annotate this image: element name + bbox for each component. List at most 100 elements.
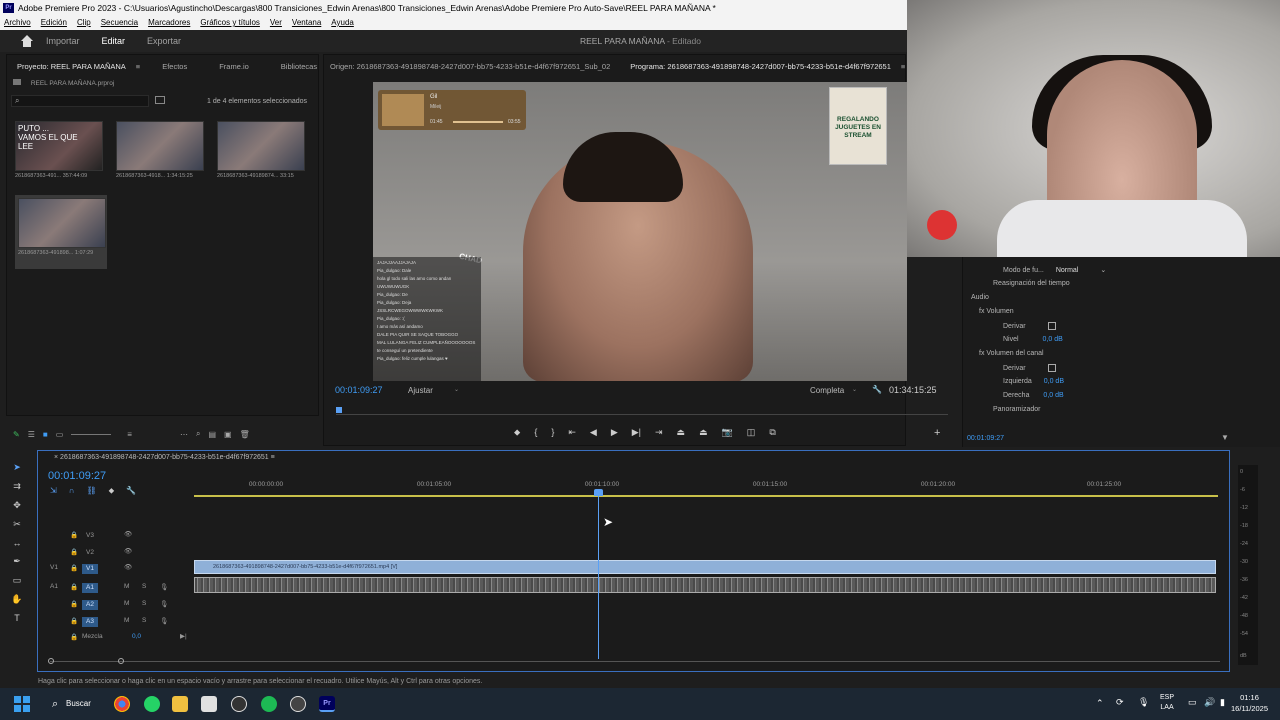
- eye-icon[interactable]: 👁: [124, 547, 132, 555]
- razor-tool-icon[interactable]: ✂: [13, 519, 21, 530]
- trim-icon[interactable]: ⧉: [769, 427, 775, 438]
- izquierda-value[interactable]: 0,0 dB: [1044, 378, 1064, 385]
- project-item[interactable]: 2618687363-49189874... 33:15: [217, 121, 309, 179]
- menu-archivo[interactable]: Archivo: [4, 16, 31, 30]
- zoom-handle-left[interactable]: [48, 658, 54, 664]
- list-view-icon[interactable]: ☰: [28, 430, 35, 439]
- track-lock-icon[interactable]: 🔒: [70, 600, 78, 608]
- track-select-tool-icon[interactable]: ⇉: [13, 481, 21, 492]
- home-icon[interactable]: [20, 35, 34, 47]
- freeform-view-icon[interactable]: ▭: [56, 430, 64, 439]
- track-name[interactable]: V2: [82, 548, 98, 558]
- menu-ver[interactable]: Ver: [270, 16, 282, 30]
- network-icon[interactable]: ▭: [1188, 697, 1197, 708]
- work-area-bar[interactable]: [194, 495, 1218, 497]
- fit-select[interactable]: Ajustar: [408, 386, 433, 395]
- add-marker-icon[interactable]: ⬥: [514, 427, 520, 438]
- ripple-edit-tool-icon[interactable]: ✥: [13, 500, 21, 511]
- track-name[interactable]: V3: [82, 531, 98, 541]
- new-bin-button-icon[interactable]: ▤: [208, 430, 216, 439]
- timeline-ruler[interactable]: 00:00:00:00 00:01:05:00 00:01:10:00 00:0…: [194, 481, 1218, 497]
- source-patch-a1[interactable]: A1: [50, 583, 58, 590]
- program-current-time[interactable]: 00:01:09:27: [335, 385, 383, 395]
- tab-proyecto[interactable]: Proyecto: REEL PARA MAÑANA: [17, 62, 126, 71]
- new-item-icon[interactable]: ▣: [224, 430, 232, 439]
- nest-icon[interactable]: ⇲: [50, 486, 57, 496]
- track-lock-icon[interactable]: 🔒: [70, 531, 78, 539]
- menu-ayuda[interactable]: Ayuda: [331, 16, 354, 30]
- zoom-handle-right[interactable]: [118, 658, 124, 664]
- time-remap-row[interactable]: Reasignación del tiempo: [993, 280, 1070, 292]
- windows-start-icon[interactable]: [14, 696, 30, 712]
- mute-icon[interactable]: M: [124, 617, 129, 624]
- step-back-icon[interactable]: ◀: [590, 427, 597, 438]
- comparison-view-icon[interactable]: ◫: [747, 427, 756, 438]
- mark-out-icon[interactable]: }: [551, 427, 554, 438]
- tab-source[interactable]: Origen: 2618687363-491898748-2427d007-bb…: [330, 62, 610, 71]
- timeline-playhead[interactable]: [594, 489, 603, 659]
- go-to-in-icon[interactable]: ⇤: [568, 427, 576, 438]
- icon-view-icon[interactable]: ■: [43, 430, 48, 439]
- solo-icon[interactable]: S: [142, 600, 146, 607]
- menu-edicion[interactable]: Edición: [41, 16, 67, 30]
- new-bin-icon[interactable]: [155, 96, 165, 104]
- mic-icon[interactable]: 🎙: [160, 600, 168, 608]
- menu-graficos[interactable]: Gráficos y títulos: [200, 16, 260, 30]
- video-clip[interactable]: 2618687363-491898748-2427d007-bb75-4233-…: [194, 560, 1216, 574]
- slip-tool-icon[interactable]: ↔: [13, 538, 22, 548]
- automate-icon[interactable]: ⋯: [180, 430, 188, 439]
- openai-icon[interactable]: [231, 696, 247, 712]
- battery-icon[interactable]: ▮: [1220, 697, 1225, 708]
- pen-tool-icon[interactable]: ✒: [13, 556, 21, 567]
- microphone-icon[interactable]: 🎙: [1138, 697, 1149, 708]
- fx-volumen[interactable]: fx Volumen: [979, 308, 1014, 320]
- mic-icon[interactable]: 🎙: [160, 617, 168, 625]
- whatsapp-icon[interactable]: [144, 696, 160, 712]
- tab-editar[interactable]: Editar: [102, 36, 126, 46]
- mute-icon[interactable]: M: [124, 600, 129, 607]
- language-indicator[interactable]: ESP LAA: [1160, 693, 1174, 713]
- menu-clip[interactable]: Clip: [77, 16, 91, 30]
- chrome-icon[interactable]: [114, 696, 130, 712]
- go-to-out-icon[interactable]: ⇥: [655, 427, 663, 438]
- program-playhead[interactable]: [336, 407, 342, 413]
- premiere-taskbar-icon[interactable]: Pr: [319, 696, 335, 712]
- selection-tool-icon[interactable]: ➤: [13, 462, 21, 473]
- obs-icon[interactable]: [290, 696, 306, 712]
- clock[interactable]: 01:16 16/11/2025: [1231, 692, 1268, 714]
- quality-select[interactable]: Completa: [810, 386, 844, 395]
- mic-icon[interactable]: 🎙: [160, 583, 168, 591]
- sort-icon[interactable]: ≡: [127, 430, 132, 439]
- hand-tool-icon[interactable]: ✋: [11, 594, 22, 605]
- add-marker-icon[interactable]: ⬥: [109, 486, 115, 496]
- project-search-input[interactable]: ⌕: [11, 95, 149, 107]
- quality-chevron-down-icon[interactable]: ⌄: [852, 386, 857, 393]
- track-name[interactable]: A1: [82, 583, 98, 593]
- track-lock-icon[interactable]: 🔒: [70, 617, 78, 625]
- spotify-icon[interactable]: [261, 696, 277, 712]
- program-video-frame[interactable]: Gil Mileij 01:45 03:55 REGALANDO JUGUETE…: [373, 82, 907, 381]
- taskbar-search[interactable]: Buscar: [48, 695, 102, 713]
- tab-exportar[interactable]: Exportar: [147, 36, 181, 46]
- snap-icon[interactable]: ∩: [69, 486, 75, 496]
- bypass-checkbox[interactable]: [1047, 322, 1056, 330]
- zoom-slider[interactable]: [71, 433, 112, 435]
- filter-icon[interactable]: ▼: [1221, 433, 1229, 442]
- source-patch-v1[interactable]: V1: [50, 564, 58, 571]
- panel-menu-icon[interactable]: ≡: [136, 62, 140, 71]
- audio-clip[interactable]: [194, 577, 1216, 593]
- sequence-tab[interactable]: × 2618687363-491898748-2427d007-bb75-423…: [54, 454, 275, 461]
- track-lock-icon[interactable]: 🔒: [70, 633, 78, 641]
- mark-in-icon[interactable]: {: [534, 427, 537, 438]
- menu-secuencia[interactable]: Secuencia: [101, 16, 138, 30]
- type-tool-icon[interactable]: T: [14, 613, 20, 623]
- project-item[interactable]: PUTO ... VAMOS EL QUE LEE 2618687363-491…: [15, 121, 107, 179]
- eye-icon[interactable]: 👁: [124, 563, 132, 571]
- lift-icon[interactable]: ⏏: [677, 427, 686, 438]
- track-name[interactable]: A3: [82, 617, 98, 627]
- tab-importar[interactable]: Importar: [46, 36, 80, 46]
- mute-icon[interactable]: M: [124, 583, 129, 590]
- tab-bibliotecas[interactable]: Bibliotecas: [281, 62, 317, 71]
- app-store-icon[interactable]: [201, 696, 217, 712]
- project-item[interactable]: 2618687363-4918... 1:34:15:25: [116, 121, 208, 179]
